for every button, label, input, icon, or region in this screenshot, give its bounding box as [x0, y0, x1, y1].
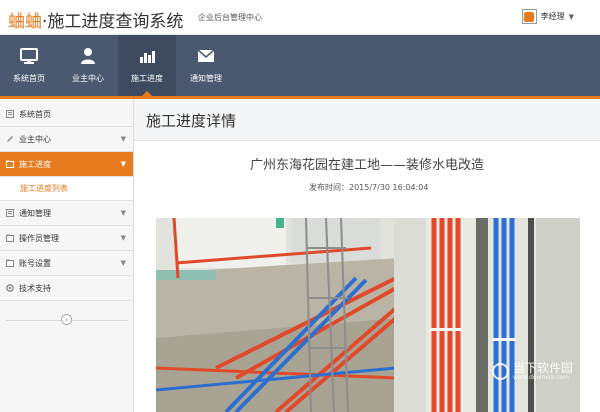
folder-icon — [6, 234, 14, 242]
sidebar-item-home[interactable]: 系统首页 — [0, 102, 133, 127]
sidebar-item-label: 操作员管理 — [19, 233, 59, 243]
edit-icon — [6, 135, 14, 143]
sidebar: 系统首页 业主中心 ▼ 施工进度 ▼ 施工进度列表 通知管理 ▼ 操作员管理 ▼… — [0, 99, 134, 412]
nav-label: 施工进度 — [131, 74, 163, 83]
folder-icon — [6, 259, 14, 267]
mail-icon — [197, 49, 215, 62]
support-icon — [6, 284, 14, 292]
sidebar-item-account[interactable]: 账号设置 ▼ — [0, 251, 133, 276]
watermark-sub: www.downxia.com — [513, 374, 569, 381]
sidebar-item-label: 业主中心 — [19, 134, 51, 144]
bar-chart-icon — [140, 51, 155, 63]
list-icon — [6, 209, 14, 217]
article-title: 广州东海花园在建工地——装修水电改造 — [249, 158, 484, 173]
nav-label: 业主中心 — [72, 74, 104, 83]
main-nav: 系统首页 业主中心 施工进度 通知管理 — [0, 35, 600, 96]
nav-item-progress[interactable]: 施工进度 — [118, 35, 176, 96]
user-menu[interactable]: 李经理 ▼ — [521, 9, 574, 24]
watermark: 当下软件园 www.downxia.com — [492, 362, 573, 381]
nav-label: 通知管理 — [190, 74, 222, 83]
watermark-logo-icon — [492, 363, 509, 380]
sidebar-item-label: 施工进度列表 — [20, 184, 68, 193]
sidebar-item-owner[interactable]: 业主中心 ▼ — [0, 127, 133, 152]
folder-icon — [6, 160, 14, 168]
watermark-text: 当下软件园 — [513, 361, 574, 375]
sidebar-item-label: 施工进度 — [19, 159, 51, 169]
app-brand: 蛐蛐 — [8, 12, 42, 32]
user-icon — [81, 48, 95, 64]
chevron-down-icon: ▼ — [120, 234, 126, 242]
avatar — [521, 9, 537, 24]
nav-item-home[interactable]: 系统首页 — [0, 35, 58, 96]
chevron-down-icon: ▼ — [120, 135, 126, 143]
chevron-down-icon: ▼ — [120, 160, 126, 168]
app-subtitle: 企业后台管理中心 — [198, 13, 262, 22]
sidebar-item-label: 技术支持 — [19, 283, 51, 293]
construction-photo — [156, 218, 580, 412]
sidebar-item-label: 通知管理 — [19, 208, 51, 218]
sidebar-item-operators[interactable]: 操作员管理 ▼ — [0, 226, 133, 251]
chevron-down-icon: ▼ — [120, 209, 126, 217]
sidebar-collapse-button[interactable]: ‹ — [61, 314, 72, 325]
top-bar: 蛐蛐·施工进度查询系统 企业后台管理中心 李经理 ▼ — [0, 0, 600, 35]
chevron-down-icon: ▼ — [120, 259, 126, 267]
monitor-icon — [20, 48, 38, 64]
chevron-down-icon: ▼ — [568, 12, 574, 21]
sidebar-item-notice[interactable]: 通知管理 ▼ — [0, 201, 133, 226]
nav-label: 系统首页 — [13, 74, 45, 83]
user-name: 李经理 — [540, 12, 565, 21]
content-header: 施工进度详情 — [134, 99, 600, 141]
nav-item-owner[interactable]: 业主中心 — [59, 35, 117, 96]
publish-time: 发布时间：2015/7/30 16:04:04 — [309, 183, 429, 192]
sidebar-item-progress[interactable]: 施工进度 ▼ — [0, 152, 133, 177]
sidebar-item-support[interactable]: 技术支持 — [0, 276, 133, 301]
sidebar-item-label: 系统首页 — [19, 109, 51, 119]
sidebar-item-label: 账号设置 — [19, 258, 51, 268]
page-title: 施工进度详情 — [146, 112, 237, 130]
app-logo[interactable]: 蛐蛐·施工进度查询系统 — [8, 7, 183, 32]
sidebar-subitem-progress-list[interactable]: 施工进度列表 — [0, 177, 133, 201]
home-icon — [6, 110, 14, 118]
nav-item-notice[interactable]: 通知管理 — [177, 35, 235, 96]
app-title: ·施工进度查询系统 — [42, 12, 184, 32]
